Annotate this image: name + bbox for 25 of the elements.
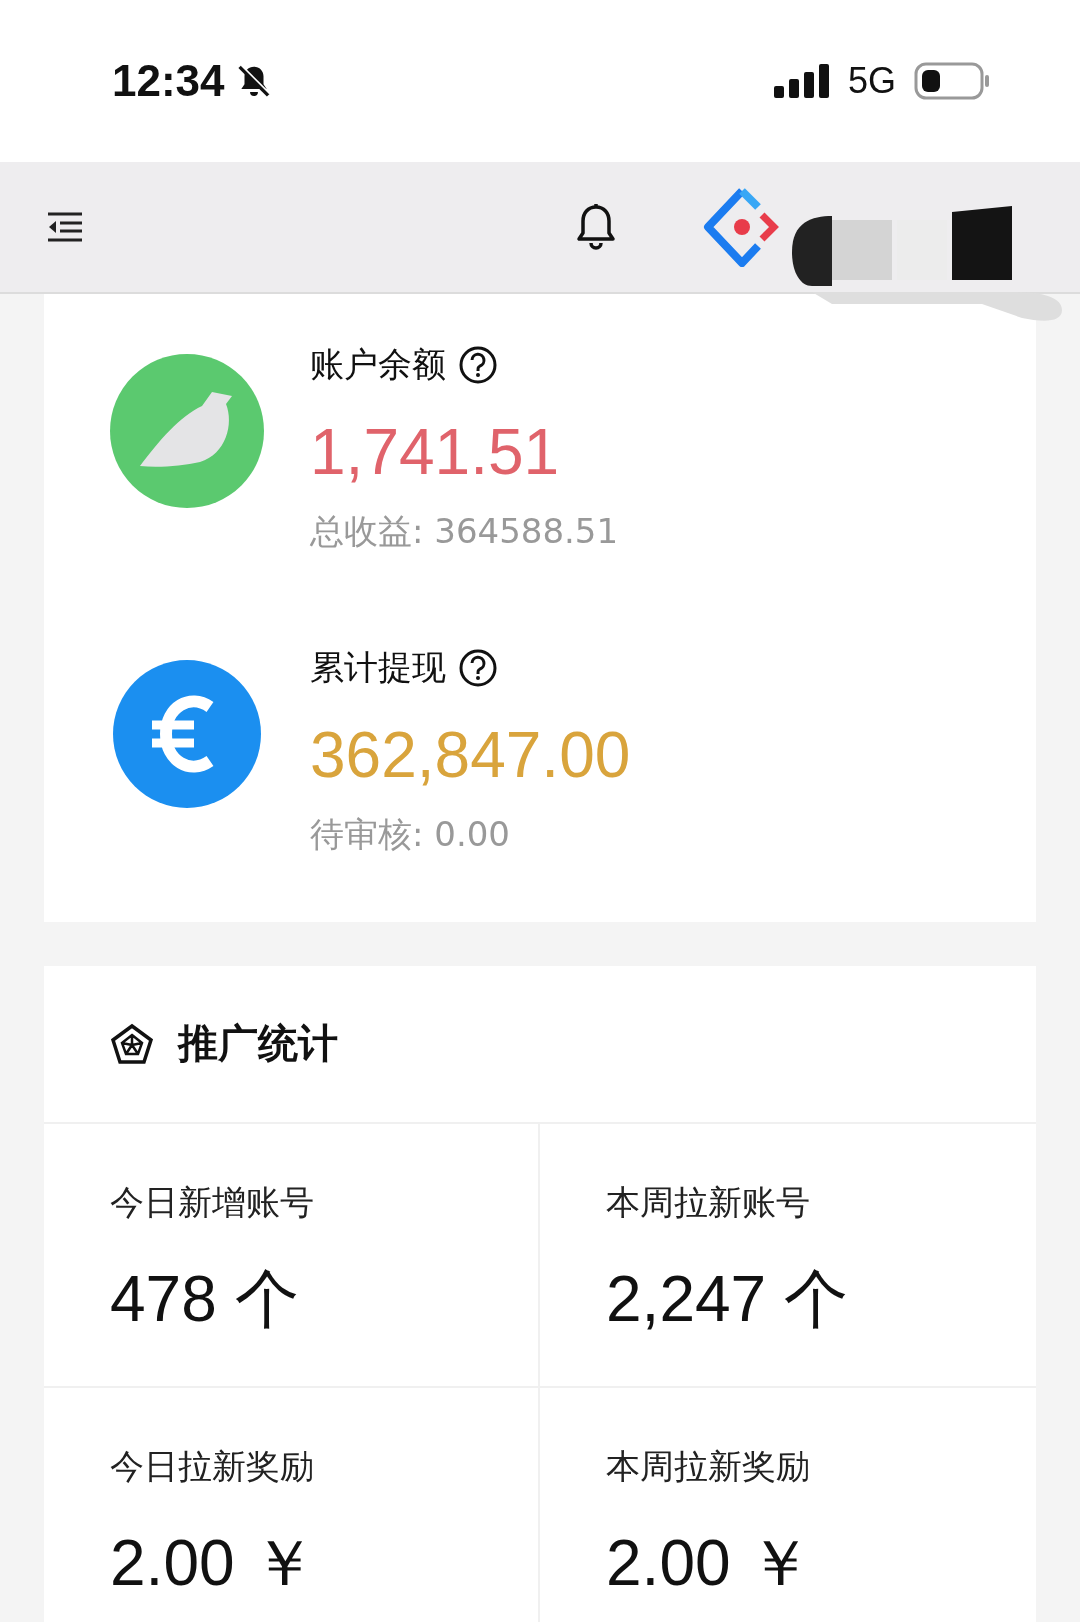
battery-icon [914,62,990,100]
notification-bell-icon[interactable] [576,203,616,251]
balance-label: 累计提现 [310,645,446,689]
bird-avatar-icon [110,354,264,508]
stat-label: 今日拉新奖励 [110,1444,315,1488]
stat-value: 2,247 个 [606,1261,849,1337]
balance-label: 账户余额 [310,343,446,386]
stat-value: 478 个 [110,1261,300,1337]
network-label: 5G [847,60,896,102]
balance-amount: 362,847.00 [310,717,631,793]
stat-label: 本周拉新奖励 [606,1444,811,1488]
balance-subtext: 总收益: 364588.51 [310,509,619,553]
stats-title: 推广统计 [178,1019,338,1069]
stat-value: 2.00 ￥ [110,1525,318,1601]
radar-chart-icon [110,1022,154,1065]
signal-icon [773,64,830,98]
help-icon[interactable] [458,345,498,385]
status-time: 12:34 [112,56,225,106]
stat-label: 本周拉新账号 [606,1180,811,1224]
stat-label: 今日新增账号 [110,1180,315,1224]
balance-subtext: 待审核: 0.00 [310,812,511,856]
balance-amount: 1,741.51 [310,415,561,490]
stat-value: 2.00 ￥ [606,1525,814,1601]
help-icon[interactable] [458,647,498,688]
menu-collapse-icon[interactable] [46,211,84,243]
